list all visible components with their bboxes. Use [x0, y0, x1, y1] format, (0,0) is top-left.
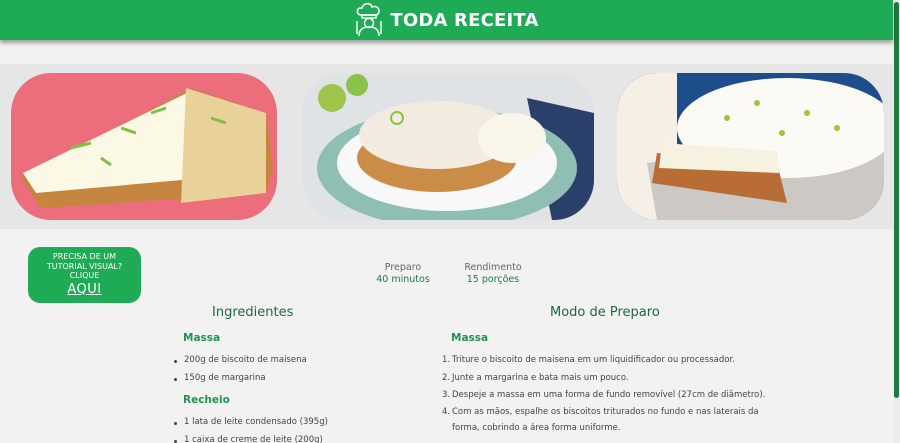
ingredient-item: 150g de margarina	[184, 373, 266, 383]
photo-gallery	[0, 64, 893, 229]
ingredient-item: 200g de biscoito de maisena	[184, 355, 307, 365]
site-title: TODA RECEITA	[390, 9, 539, 31]
step-text: Com as mãos, espalhe os biscoitos tritur…	[452, 407, 759, 417]
ingredients-title: Ingredientes	[212, 305, 294, 320]
step-text: Despeje a massa em uma forma de fundo re…	[452, 390, 766, 400]
step-number: 2.	[442, 373, 451, 383]
tutorial-link[interactable]: AQUI	[28, 282, 141, 297]
scrollbar-thumb[interactable]	[894, 2, 899, 398]
prep-time-value: 40 minutos	[376, 274, 430, 285]
tutorial-prompt: PRECISA DE UM TUTORIAL VISUAL?	[46, 252, 123, 271]
ingredients-section-recheio: Recheio	[183, 394, 230, 406]
servings-label: Rendimento	[464, 262, 522, 273]
tutorial-click-label: CLIQUE	[69, 271, 100, 280]
step-text-continued: forma, cobrindo a área forma uniforme.	[452, 423, 621, 433]
step-number: 4.	[442, 407, 451, 417]
page-scrollbar[interactable]	[893, 0, 900, 443]
meringue-pie-photo	[302, 73, 594, 220]
ingredient-item: 1 caixa de creme de leite (200g)	[184, 435, 323, 443]
bullet	[174, 360, 177, 363]
ingredient-item: 1 lata de leite condensado (395g)	[184, 417, 328, 427]
step-number: 1.	[442, 355, 451, 365]
site-logo[interactable]: TODA RECEITA	[354, 3, 538, 37]
servings-value: 15 porções	[466, 274, 520, 285]
prep-time-label: Preparo	[384, 262, 422, 273]
chef-icon	[356, 3, 383, 37]
ingredients-section-massa: Massa	[183, 332, 221, 344]
preparation-section-massa: Massa	[451, 332, 489, 344]
preparation-title: Modo de Preparo	[550, 305, 660, 320]
step-number: 3.	[442, 390, 451, 400]
site-header: TODA RECEITA	[0, 0, 893, 40]
step-text: Junte a margarina e bata mais um pouco.	[452, 373, 629, 383]
bullet	[174, 378, 177, 381]
prep-time: Preparo 40 minutos	[372, 262, 434, 285]
tutorial-button[interactable]: PRECISA DE UM TUTORIAL VISUAL? CLIQUE AQ…	[28, 247, 141, 303]
pie-slice-photo	[11, 73, 277, 220]
servings: Rendimento 15 porções	[460, 262, 526, 285]
whole-pie-photo	[617, 73, 884, 220]
step-text: Triture o biscoito de maisena em um liqu…	[452, 355, 735, 365]
bullet	[174, 422, 177, 425]
